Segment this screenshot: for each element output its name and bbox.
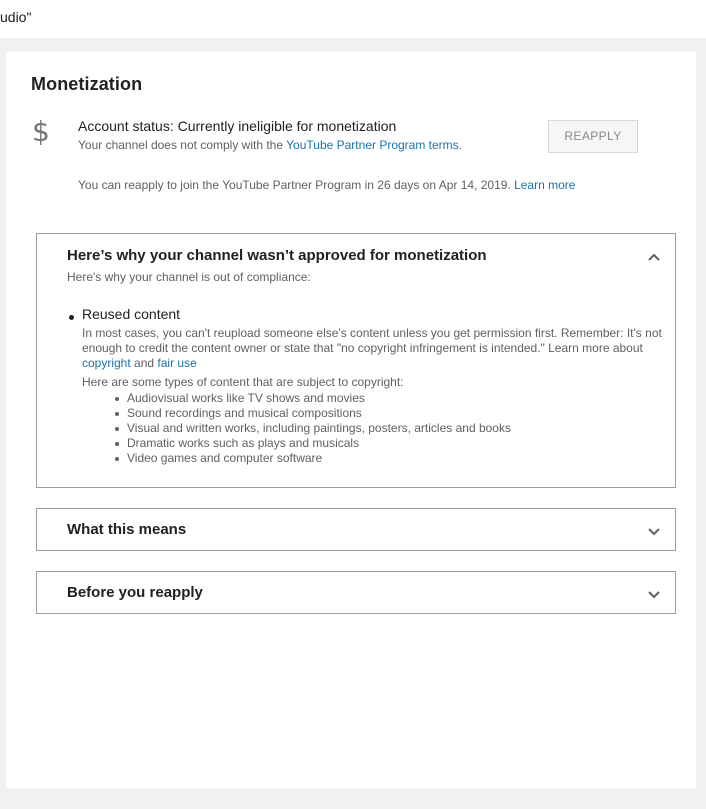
list-item: Sound recordings and musical composition…	[115, 406, 511, 421]
what-this-means-panel[interactable]: What this means	[36, 508, 676, 551]
monetization-card: Monetization $ Account status: Currently…	[6, 52, 696, 788]
top-bar: udio"	[0, 0, 706, 38]
list-item: Audiovisual works like TV shows and movi…	[115, 391, 511, 406]
before-you-reapply-panel[interactable]: Before you reapply	[36, 571, 676, 614]
bullet-dot	[69, 315, 74, 320]
panel-title-means[interactable]: What this means	[67, 521, 186, 538]
panel-subtitle: Here's why your channel is out of compli…	[67, 270, 311, 284]
account-status-detail: Your channel does not comply with the Yo…	[78, 138, 462, 152]
list-item: Video games and computer software	[115, 451, 511, 466]
types-intro: Here are some types of content that are …	[82, 375, 404, 389]
copyright-link[interactable]: copyright	[82, 356, 131, 370]
and-text: and	[130, 356, 158, 370]
topbar-text: udio"	[0, 9, 32, 25]
list-item: Dramatic works such as plays and musical…	[115, 436, 511, 451]
panel-title-before[interactable]: Before you reapply	[67, 584, 203, 601]
learn-more-link[interactable]: Learn more	[514, 178, 575, 192]
reason-text: In most cases, you can't reupload someon…	[82, 326, 662, 355]
account-status: Account status: Currently ineligible for…	[78, 118, 397, 134]
partner-program-terms-link[interactable]: YouTube Partner Program terms	[286, 138, 459, 152]
panel-title-why[interactable]: Here’s why your channel wasn’t approved …	[67, 247, 487, 264]
list-item: Visual and written works, including pain…	[115, 421, 511, 435]
copyright-types-list: Audiovisual works like TV shows and movi…	[115, 391, 511, 466]
status-sub-prefix: Your channel does not comply with the	[78, 138, 287, 152]
dollar-icon: $	[32, 115, 50, 148]
reapply-button[interactable]: REAPPLY	[548, 120, 638, 153]
chevron-down-icon[interactable]	[647, 525, 661, 539]
chevron-up-icon[interactable]	[647, 250, 661, 264]
chevron-down-icon[interactable]	[647, 588, 661, 602]
page-title: Monetization	[31, 74, 143, 94]
reason-title: Reused content	[82, 306, 181, 322]
status-sub-suffix: .	[458, 138, 463, 152]
fair-use-link[interactable]: fair use	[157, 356, 196, 370]
why-not-approved-panel: Here’s why your channel wasn’t approved …	[36, 233, 676, 488]
reapply-note: You can reapply to join the YouTube Part…	[78, 178, 575, 192]
reapply-note-text: You can reapply to join the YouTube Part…	[78, 178, 515, 192]
reason-description: In most cases, you can't reupload someon…	[82, 326, 682, 371]
